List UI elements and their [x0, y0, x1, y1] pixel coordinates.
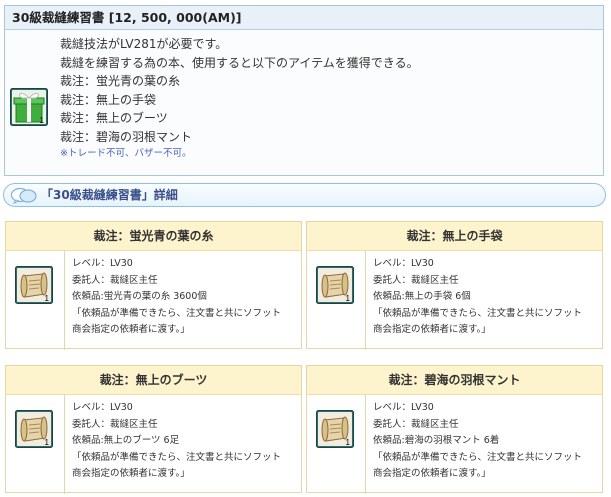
recipe-card-details: レベル：LV30 委託人：裁縫区主任 依頼品:碧海の羽根マント 6着 「依頼品が…: [373, 400, 598, 483]
request-text: 依頼品:無上のブーツ 6足: [72, 435, 180, 446]
item-description: 裁縫技法がLV281が必要です。 裁縫を練習する為の本、使用すると以下のアイテム…: [60, 35, 419, 162]
scroll-icon-count: 1: [346, 294, 351, 303]
level-text: レベル：LV30: [72, 258, 133, 269]
item-line: 裁注：蛍光青の葉の糸: [60, 74, 181, 88]
client-text: 委託人：裁縫区主任: [72, 418, 158, 430]
scroll-icon[interactable]: 1: [15, 410, 53, 448]
client-text: 委託人：裁縫区主任: [373, 274, 459, 286]
item-line: 裁注：無上のブーツ: [60, 111, 168, 125]
description-line: 商会指定の依頼者に渡す。」: [72, 468, 190, 479]
description-line: 商会指定の依頼者に渡す。」: [373, 324, 491, 335]
description-line: 「依頼品が準備できたら、注文書と共にソフット: [72, 307, 282, 319]
scroll-icon[interactable]: 1: [15, 266, 53, 304]
card-divider: [64, 251, 65, 350]
item-line: 裁注：碧海の羽根マント: [60, 129, 193, 144]
item-line: 裁縫技法がLV281が必要です。: [60, 37, 228, 51]
level-text: レベル：LV30: [373, 402, 434, 413]
recipe-card-title: 裁注：無上の手袋: [307, 222, 602, 251]
level-text: レベル：LV30: [373, 258, 434, 269]
card-divider: [365, 251, 366, 350]
details-section-header: 「30級裁縫練習書」詳細: [3, 183, 606, 207]
recipe-card: 裁注：蛍光青の葉の糸 1 レベル：LV30 委託人：裁縫区主任 依頼品:蛍光青の…: [5, 221, 302, 350]
request-text: 依頼品:無上の手袋 6個: [373, 291, 471, 302]
description-line: 「依頼品が準備できたら、注文書と共にソフット: [373, 307, 583, 319]
item-line: 裁縫を練習する為の本、使用すると以下のアイテムを獲得できる。: [60, 55, 419, 70]
card-divider: [64, 395, 65, 494]
scroll-icon[interactable]: 1: [316, 266, 354, 304]
item-line: 裁注：無上の手袋: [60, 92, 157, 107]
level-text: レベル：LV30: [72, 402, 133, 413]
description-line: 「依頼品が準備できたら、注文書と共にソフット: [72, 451, 282, 463]
item-title: 30級裁縫練習書 [12, 500, 000(AM)]: [5, 6, 603, 30]
recipe-card-title: 裁注：蛍光青の葉の糸: [6, 222, 301, 251]
item-icon-count: 1: [40, 116, 45, 125]
recipe-card-title: 裁注：無上のブーツ: [6, 366, 301, 395]
recipe-card: 裁注：碧海の羽根マント 1 レベル：LV30 委託人：裁縫区主任 依頼品:碧海の…: [306, 365, 603, 494]
recipe-card-details: レベル：LV30 委託人：裁縫区主任 依頼品:無上のブーツ 6足 「依頼品が準備…: [72, 400, 297, 483]
scroll-icon-count: 1: [346, 438, 351, 447]
scroll-icon-count: 1: [45, 438, 50, 447]
request-text: 依頼品:碧海の羽根マント 6着: [373, 435, 500, 446]
client-text: 委託人：裁縫区主任: [72, 274, 158, 286]
request-text: 依頼品:蛍光青の葉の糸 3600個: [72, 291, 207, 302]
scroll-icon[interactable]: 1: [316, 410, 354, 448]
recipe-card: 裁注：無上の手袋 1 レベル：LV30 委託人：裁縫区主任 依頼品:無上の手袋 …: [306, 221, 603, 350]
recipe-card-details: レベル：LV30 委託人：裁縫区主任 依頼品:無上の手袋 6個 「依頼品が準備で…: [373, 256, 598, 339]
description-line: 商会指定の依頼者に渡す。」: [72, 324, 190, 335]
recipe-card-details: レベル：LV30 委託人：裁縫区主任 依頼品:蛍光青の葉の糸 3600個 「依頼…: [72, 256, 297, 339]
section-title: 「30級裁縫練習書」詳細: [41, 188, 178, 202]
gift-box-icon[interactable]: 1: [10, 88, 48, 126]
item-panel: 30級裁縫練習書 [12, 500, 000(AM)] 1 裁縫技法がLV281…: [4, 5, 604, 176]
client-text: 委託人：裁縫区主任: [373, 418, 459, 430]
description-line: 商会指定の依頼者に渡す。」: [373, 468, 491, 479]
recipe-card: 裁注：無上のブーツ 1 レベル：LV30 委託人：裁縫区主任 依頼品:無上のブー…: [5, 365, 302, 494]
scroll-icon-count: 1: [45, 294, 50, 303]
speech-bubble-icon: [10, 187, 37, 204]
trade-restriction-note: ※トレード不可、バザー不可。: [60, 148, 192, 159]
card-divider: [365, 395, 366, 494]
recipe-card-title: 裁注：碧海の羽根マント: [307, 366, 602, 395]
description-line: 「依頼品が準備できたら、注文書と共にソフット: [373, 451, 583, 463]
